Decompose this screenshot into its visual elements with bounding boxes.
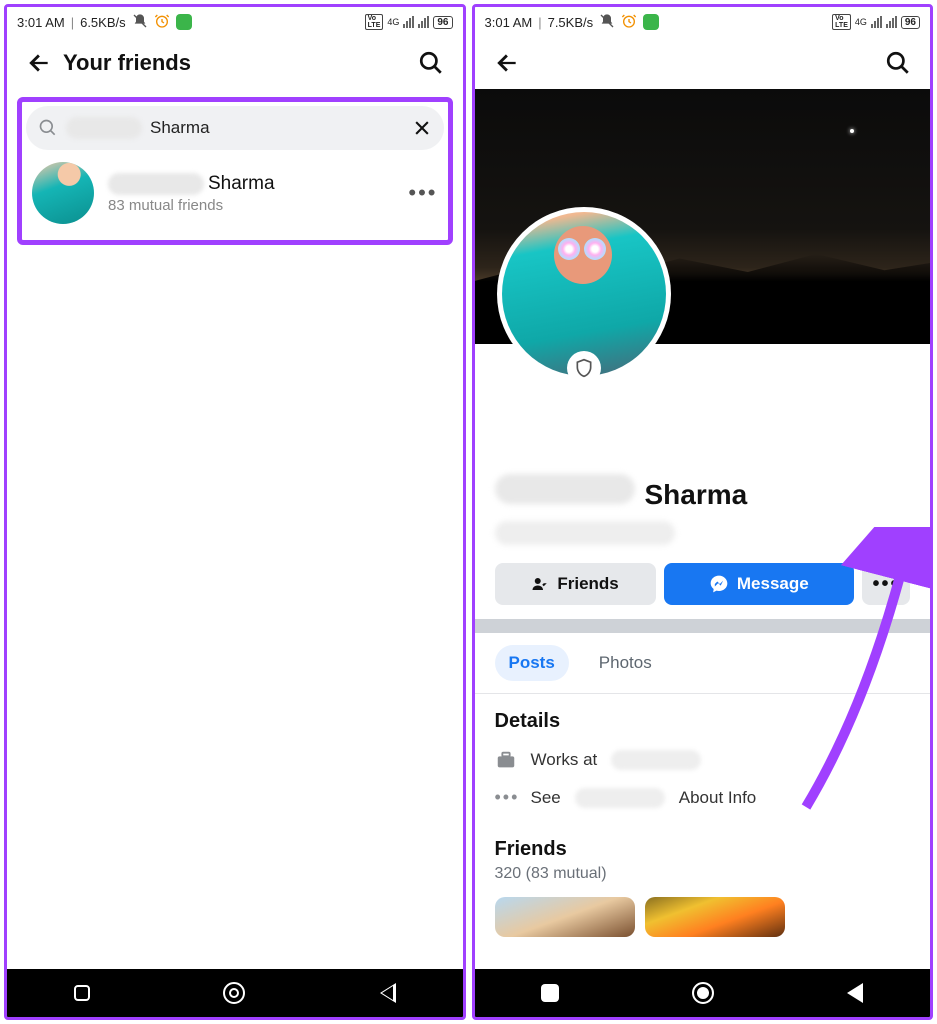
- app-header: [475, 37, 931, 89]
- signal-icon-2: [418, 16, 429, 28]
- search-button[interactable]: [880, 45, 916, 81]
- search-input[interactable]: [150, 118, 404, 138]
- friend-avatar[interactable]: [32, 162, 94, 224]
- nav-back[interactable]: [847, 983, 863, 1003]
- messenger-icon: [709, 574, 729, 594]
- android-nav-bar: [7, 969, 463, 1017]
- nav-home[interactable]: [692, 982, 714, 1004]
- status-bar: 3:01 AM | 7.5KB/s VoLTE 4G 96: [475, 7, 931, 37]
- detail-work[interactable]: Works at: [495, 749, 911, 771]
- mutual-friends-label: 83 mutual friends: [108, 197, 394, 214]
- app-header: Your friends: [7, 37, 463, 89]
- details-title: Details: [495, 710, 911, 733]
- friends-title: Friends: [495, 838, 911, 861]
- app-badge-icon: [176, 14, 192, 30]
- profile-more-button[interactable]: •••: [862, 563, 910, 605]
- profile-name: Sharma: [645, 479, 748, 511]
- divider: [475, 693, 931, 694]
- page-title: Your friends: [63, 50, 191, 76]
- signal-icon-2: [886, 16, 897, 28]
- battery-icon: 96: [433, 16, 452, 29]
- tab-photos[interactable]: Photos: [585, 645, 666, 681]
- detail-about[interactable]: ••• See About Info: [495, 787, 911, 808]
- search-button[interactable]: [413, 45, 449, 81]
- mute-icon: [132, 13, 148, 32]
- mute-icon: [599, 13, 615, 32]
- redacted-subtitle: [495, 521, 675, 545]
- status-time: 3:01 AM: [17, 15, 65, 30]
- status-speed: 7.5KB/s: [548, 15, 594, 30]
- phone-left: 3:01 AM | 6.5KB/s VoLTE 4G 96: [4, 4, 466, 1020]
- battery-icon: 96: [901, 16, 920, 29]
- status-bar: 3:01 AM | 6.5KB/s VoLTE 4G 96: [7, 7, 463, 37]
- profile-body: Sharma Friends Message ••• Posts Photos: [475, 344, 931, 937]
- message-button[interactable]: Message: [664, 563, 854, 605]
- friend-tile[interactable]: [645, 897, 785, 937]
- friends-grid: [495, 897, 911, 937]
- friends-icon: [531, 575, 549, 593]
- redacted-about-name: [575, 788, 665, 808]
- alarm-icon: [154, 13, 170, 32]
- friend-search-field[interactable]: [26, 106, 444, 150]
- back-button[interactable]: [21, 45, 57, 81]
- phone-right: 3:01 AM | 7.5KB/s VoLTE 4G 96: [472, 4, 934, 1020]
- nav-recents[interactable]: [74, 985, 90, 1001]
- redacted-text: [66, 117, 142, 139]
- friend-more-button[interactable]: •••: [408, 180, 437, 206]
- android-nav-bar: [475, 969, 931, 1017]
- clear-icon[interactable]: [412, 118, 432, 138]
- app-badge-icon: [643, 14, 659, 30]
- alarm-icon: [621, 13, 637, 32]
- briefcase-icon: [495, 749, 517, 771]
- friend-name: Sharma: [208, 173, 275, 195]
- redacted-firstname: [495, 474, 635, 504]
- signal-icon: [871, 16, 882, 28]
- volte-icon: VoLTE: [365, 14, 384, 30]
- nav-recents[interactable]: [541, 984, 559, 1002]
- friend-result-row[interactable]: Sharma 83 mutual friends •••: [26, 150, 444, 236]
- nav-home[interactable]: [223, 982, 245, 1004]
- highlight-annotation: Sharma 83 mutual friends •••: [17, 97, 453, 245]
- status-speed: 6.5KB/s: [80, 15, 126, 30]
- friends-subtitle: 320 (83 mutual): [495, 865, 911, 883]
- redacted-firstname: [108, 173, 204, 195]
- nav-back[interactable]: [378, 983, 396, 1003]
- volte-icon: VoLTE: [832, 14, 851, 30]
- tab-posts[interactable]: Posts: [495, 645, 569, 681]
- friends-button[interactable]: Friends: [495, 563, 656, 605]
- search-icon: [38, 118, 58, 138]
- section-separator: [475, 619, 931, 633]
- redacted-workplace: [611, 750, 701, 770]
- more-dots-icon: •••: [495, 787, 517, 808]
- friend-tile[interactable]: [495, 897, 635, 937]
- profile-tabs: Posts Photos: [495, 633, 911, 693]
- back-button[interactable]: [489, 45, 525, 81]
- signal-icon: [403, 16, 414, 28]
- network-label: 4G: [855, 17, 867, 27]
- status-time: 3:01 AM: [485, 15, 533, 30]
- network-label: 4G: [387, 17, 399, 27]
